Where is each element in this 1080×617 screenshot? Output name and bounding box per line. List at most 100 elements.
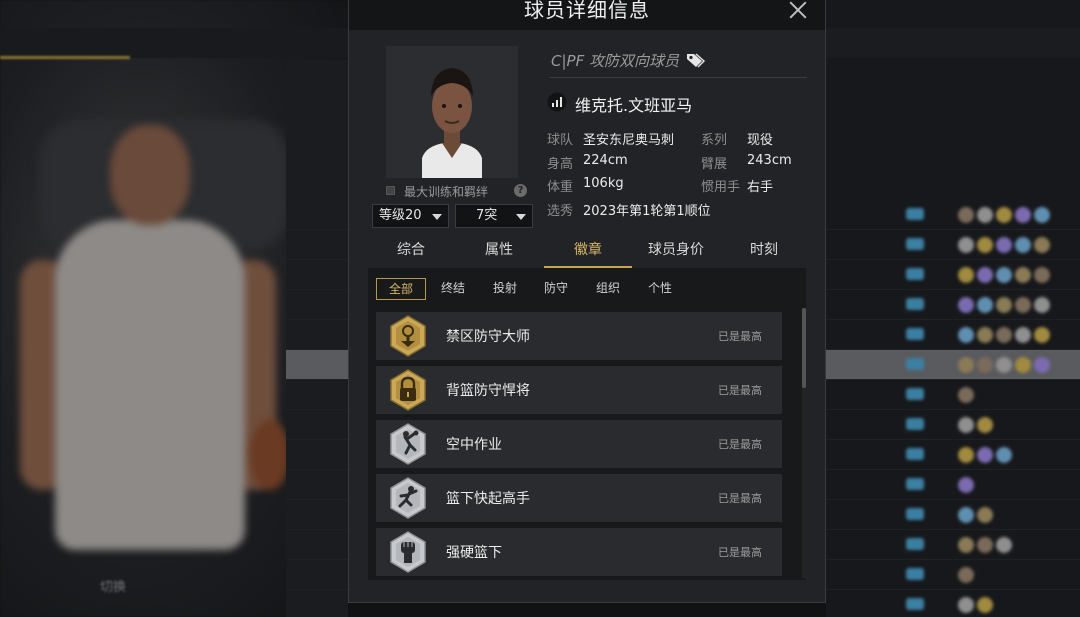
background-badge-dots <box>958 237 1050 253</box>
level-select[interactable]: 等级20 <box>372 204 449 228</box>
background-badge-dots <box>958 357 1050 373</box>
background-badge-dot <box>996 297 1012 313</box>
background-player-jersey <box>55 220 245 550</box>
filter-shooting[interactable]: 投射 <box>480 278 530 300</box>
background-control-label: 切换 <box>100 580 127 595</box>
background-badge-dot <box>1015 327 1031 343</box>
lock-icon <box>390 369 426 411</box>
background-diamond-icon <box>906 388 924 400</box>
background-badge-dots <box>958 537 1012 553</box>
background-badge-dot <box>958 477 974 493</box>
breakthrough-select[interactable]: 7突 <box>455 204 533 228</box>
badge-name: 篮下快起高手 <box>446 491 530 507</box>
badge-row[interactable]: 强硬篮下 已是最高 <box>376 528 782 576</box>
filter-finishing[interactable]: 终结 <box>428 278 478 300</box>
filter-defense[interactable]: 防守 <box>531 278 581 300</box>
info-key: 系列 <box>701 133 728 148</box>
background-badge-dot <box>977 507 993 523</box>
dunk-icon <box>390 423 426 465</box>
player-detail-modal: 球员详细信息 最大训练和羁绊 ? 等级20 7突 C|PF 攻防双向球员 维克托… <box>348 0 826 603</box>
background-diamond-icon <box>906 448 924 460</box>
chevron-down-icon <box>516 214 526 220</box>
background-right-header <box>826 28 1080 58</box>
background-badge-dots <box>958 507 993 523</box>
background-diamond-icon <box>906 328 924 340</box>
background-badge-dots <box>958 327 1050 343</box>
background-badge-dot <box>996 207 1012 223</box>
background-badge-dot <box>1015 297 1031 313</box>
background-badge-dot <box>958 417 974 433</box>
info-value: 2023年第1轮第1顺位 <box>583 204 711 219</box>
background-badge-dot <box>977 327 993 343</box>
tag-icon[interactable] <box>686 52 706 68</box>
badge-row[interactable]: 篮下快起高手 已是最高 <box>376 474 782 522</box>
modal-header: 球员详细信息 <box>349 0 825 30</box>
background-diamond-icon <box>906 358 924 370</box>
info-key: 惯用手 <box>701 180 741 195</box>
background-diamond-icon <box>906 268 924 280</box>
max-training-toggle[interactable]: 最大训练和羁绊 ? <box>386 183 527 199</box>
tab-overview[interactable]: 综合 <box>367 238 455 268</box>
background-diamond-icon <box>906 568 924 580</box>
breakthrough-select-value: 7突 <box>476 208 498 223</box>
badge-status: 已是最高 <box>718 492 762 505</box>
background-badge-dot <box>958 207 974 223</box>
badge-status: 已是最高 <box>718 384 762 397</box>
max-training-checkbox[interactable] <box>386 186 395 195</box>
tab-moments[interactable]: 时刻 <box>720 238 808 268</box>
player-portrait <box>386 46 518 178</box>
background-badge-dot <box>977 267 993 283</box>
background-badge-dot <box>958 507 974 523</box>
help-icon[interactable]: ? <box>514 184 527 197</box>
background-badge-dots <box>958 477 974 493</box>
background-badge-dot <box>996 327 1012 343</box>
background-basketball <box>250 420 290 490</box>
badge-name: 背篮防守悍将 <box>446 383 530 399</box>
info-value: 224cm <box>583 153 628 168</box>
tab-player-value[interactable]: 球员身价 <box>632 238 720 268</box>
badge-row[interactable]: 空中作业 已是最高 <box>376 420 782 468</box>
background-badge-dot <box>958 357 974 373</box>
background-badge-dot <box>1015 357 1031 373</box>
filter-all[interactable]: 全部 <box>376 278 426 300</box>
badge-row[interactable]: 背篮防守悍将 已是最高 <box>376 366 782 414</box>
close-button[interactable] <box>787 0 809 21</box>
level-select-value: 等级20 <box>379 208 422 223</box>
badge-row[interactable]: 禁区防守大师 已是最高 <box>376 312 782 360</box>
info-key: 球队 <box>547 133 574 148</box>
background-badge-dots <box>958 567 974 583</box>
info-value: 右手 <box>747 180 774 195</box>
background-badge-dots <box>958 297 1050 313</box>
background-badge-dot <box>1034 267 1050 283</box>
background-tabs <box>0 28 350 58</box>
background-badge-dot <box>977 537 993 553</box>
background-badge-dot <box>1015 207 1031 223</box>
filter-playmaking[interactable]: 组织 <box>583 278 633 300</box>
info-key: 身高 <box>547 157 574 172</box>
tab-badges[interactable]: 徽章 <box>544 238 632 268</box>
background-diamond-icon <box>906 478 924 490</box>
info-key: 体重 <box>547 180 574 195</box>
filter-personality[interactable]: 个性 <box>635 278 685 300</box>
background-badge-dot <box>977 447 993 463</box>
background-tab-underline <box>0 56 130 59</box>
badge-scrollbar[interactable] <box>802 308 806 578</box>
background-player-head <box>110 125 190 225</box>
background-diamond-icon <box>906 538 924 550</box>
background-player-figure <box>20 110 285 570</box>
background-diamond-icon <box>906 598 924 610</box>
background-badge-dot <box>996 357 1012 373</box>
badge-name: 强硬篮下 <box>446 545 502 561</box>
scrollbar-thumb[interactable] <box>802 308 806 388</box>
background-badge-dot <box>1034 327 1050 343</box>
detail-tabs: 综合 属性 徽章 球员身价 时刻 <box>367 238 807 268</box>
badge-panel: 全部 终结 投射 防守 组织 个性 禁区防守大师 已是最高 背篮防守悍将 已是最… <box>368 268 806 580</box>
background-badge-dots <box>958 387 974 403</box>
jumper-icon <box>390 477 426 519</box>
background-badge-dots <box>958 597 993 613</box>
background-diamond-icon <box>906 298 924 310</box>
modal-title: 球员详细信息 <box>524 0 650 22</box>
background-badge-dot <box>958 237 974 253</box>
tab-attributes[interactable]: 属性 <box>455 238 543 268</box>
background-badge-dot <box>977 597 993 613</box>
